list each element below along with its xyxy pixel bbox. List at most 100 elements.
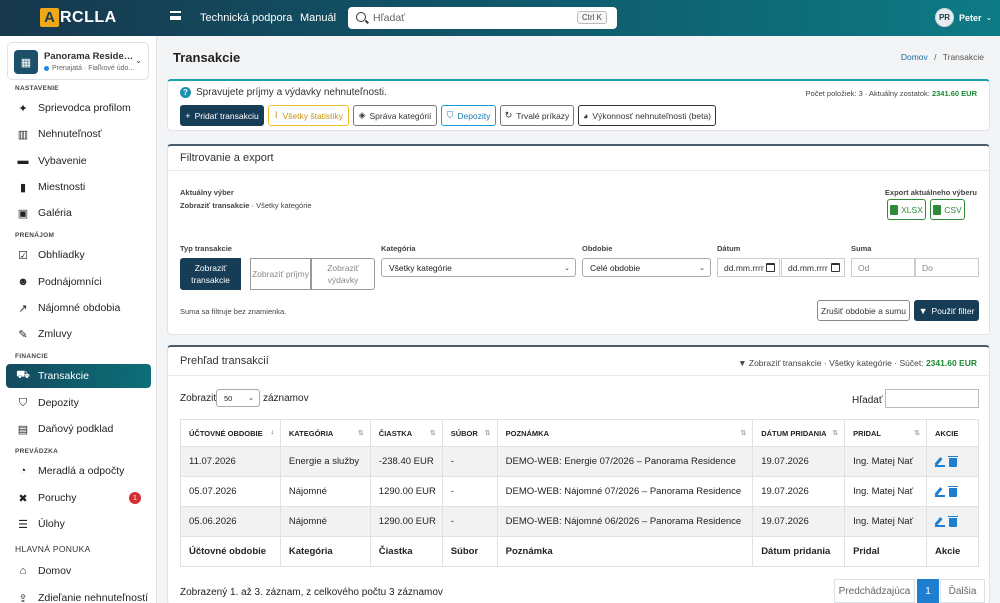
foot-category: Kategória: [279, 536, 371, 567]
col-added-by[interactable]: PRIDAL ⇅: [844, 419, 927, 447]
menu-toggle-icon[interactable]: [170, 11, 181, 20]
section-settings: NASTAVENIE: [15, 85, 59, 92]
sidebar-item-profile-guide[interactable]: ✦ Sprievodca profilom: [6, 96, 151, 120]
type-all-toggle[interactable]: Zobraziť transakcie: [180, 258, 241, 290]
type-expense-toggle[interactable]: Zobraziť výdavky: [311, 258, 375, 290]
property-switcher[interactable]: ▦ Panorama Residence Prenajatá · Fiaľkov…: [7, 42, 149, 80]
category-select[interactable]: Všetky kategórie ⌄: [381, 258, 576, 277]
trash-icon[interactable]: [947, 515, 958, 527]
apply-filter-label: Použiť filter: [931, 305, 975, 316]
sidebar-item-label: Depozity: [38, 397, 79, 409]
apply-filter-button[interactable]: ▼ Použiť filter: [914, 300, 979, 321]
trash-icon[interactable]: [947, 455, 958, 467]
col-date[interactable]: DÁTUM PRIDANIA ⇅: [752, 419, 846, 447]
deposits-button[interactable]: ⛉ Depozity: [441, 105, 496, 126]
export-xlsx-button[interactable]: XLSX: [887, 199, 926, 220]
cell-file: -: [441, 476, 498, 507]
calendar-icon[interactable]: [831, 263, 840, 272]
breadcrumb-separator: /: [934, 52, 937, 62]
calendar-icon[interactable]: [766, 263, 775, 272]
recurring-orders-button[interactable]: ↻ Trvalé príkazy: [500, 105, 574, 126]
date-from-input[interactable]: dd.mm.rrrr: [717, 258, 780, 277]
global-search-input[interactable]: Hľadať Ctrl K: [348, 7, 617, 29]
sidebar-item-viewings[interactable]: ☑ Obhliadky: [6, 243, 151, 267]
manage-categories-button[interactable]: ◈ Správa kategórií: [353, 105, 437, 126]
col-amount[interactable]: ČIASTKA ⇅: [369, 419, 443, 447]
sidebar-item-label: Úlohy: [38, 518, 65, 530]
breadcrumb: Domov / Transakcie: [901, 52, 984, 62]
sidebar-item-gallery[interactable]: ▣ Galéria: [6, 201, 151, 225]
property-meta: Prenajatá · Fiaľkové údo...: [44, 65, 134, 72]
add-transaction-button[interactable]: + Pridať transakciu: [180, 105, 264, 126]
sidebar-item-equipment[interactable]: ▬ Vybavenie: [6, 149, 151, 173]
col-category[interactable]: KATEGÓRIA ⇅: [279, 419, 371, 447]
sidebar-item-properties[interactable]: ▥ Nehnuteľnosť: [6, 122, 151, 146]
foot-file: Súbor: [441, 536, 498, 567]
sidebar-item-tasks[interactable]: ☰ Úlohy: [6, 512, 151, 536]
sidebar-item-home[interactable]: ⌂ Domov: [6, 559, 151, 583]
breadcrumb-home[interactable]: Domov: [901, 52, 928, 62]
images-icon: ▣: [17, 207, 29, 220]
sidebar-item-tenants[interactable]: ☻ Podnájomníci: [6, 270, 151, 294]
col-actions: AKCIE: [925, 419, 980, 447]
sidebar-item-transactions[interactable]: ⛟ Transakcie: [6, 364, 151, 388]
shield-icon: ⛉: [18, 396, 28, 409]
edit-icon[interactable]: [934, 487, 945, 497]
period-select[interactable]: Celé obdobie ⌄: [582, 258, 711, 277]
cell-amount: 1290.00 EUR: [369, 506, 443, 537]
sidebar-item-contracts[interactable]: ✎ Zmluvy: [6, 322, 151, 346]
export-xlsx-label: XLSX: [901, 204, 923, 215]
foot-added-by: Pridal: [844, 536, 927, 567]
clear-period-amount-button[interactable]: Zrušiť obdobie a sumu: [817, 300, 910, 321]
sidebar-item-tax[interactable]: ▤ Daňový podklad: [6, 417, 151, 441]
property-performance-button[interactable]: ◕ Výkonnosť nehnuteľnosti (beta): [578, 105, 716, 126]
foot-note: Poznámka: [496, 536, 754, 567]
sort-icon: ⇅: [740, 430, 747, 437]
nav-support[interactable]: Technická podpora: [200, 12, 292, 24]
filter-icon: ▼: [918, 305, 928, 316]
sidebar-item-meters[interactable]: ◔ Meradlá a odpočty: [6, 459, 151, 483]
show-entries-label: Zobraziť: [180, 393, 218, 404]
type-income-toggle[interactable]: Zobraziť príjmy: [250, 258, 311, 290]
property-status: Prenajatá: [52, 65, 82, 72]
overview-title: Prehľad transakcií: [180, 355, 269, 367]
search-placeholder: Hľadať: [373, 12, 406, 24]
col-period[interactable]: ÚČTOVNÉ OBDOBIE ↓: [180, 419, 281, 447]
amount-to-input[interactable]: Do: [915, 258, 979, 277]
user-menu[interactable]: PR Peter ⌄: [935, 8, 992, 27]
users-icon: ☻: [17, 276, 29, 288]
sidebar-item-issues[interactable]: ✖ Poruchy 1: [6, 486, 151, 510]
chevron-down-icon: ⌄: [135, 56, 142, 65]
wrench-icon: ✖: [18, 492, 28, 505]
date-to-input[interactable]: dd.mm.rrrr: [781, 258, 845, 277]
nav-manual[interactable]: Manuál: [300, 12, 336, 24]
cell-added-by: Ing. Matej Nať: [844, 446, 927, 477]
table-search-input[interactable]: [885, 389, 979, 408]
pie-chart-icon: ◕: [582, 110, 589, 121]
export-csv-button[interactable]: CSV: [930, 199, 965, 220]
sidebar-item-label: Zdieľanie nehnuteľností: [38, 592, 149, 603]
col-file[interactable]: SÚBOR ⇅: [441, 419, 498, 447]
cell-added-by: Ing. Matej Nať: [844, 506, 927, 537]
sidebar-item-share[interactable]: ⇪ Zdieľanie nehnuteľností: [6, 586, 151, 603]
recurring-orders-label: Trvalé príkazy: [516, 110, 570, 121]
pagination-next[interactable]: Ďalšia: [940, 579, 985, 603]
pagination-page-1[interactable]: 1: [917, 579, 939, 603]
page-size-select[interactable]: 50 ⌄: [216, 389, 260, 407]
shield-icon: ⛉: [446, 110, 454, 120]
col-note[interactable]: POZNÁMKA ⇅: [496, 419, 754, 447]
sidebar-item-rent-periods[interactable]: ↗ Nájomné obdobia: [6, 296, 151, 320]
sort-icon: ⇅: [357, 430, 364, 437]
edit-icon[interactable]: [934, 517, 945, 527]
amount-from-input[interactable]: Od: [851, 258, 915, 277]
sidebar-item-deposits[interactable]: ⛉ Depozity: [6, 391, 151, 415]
edit-icon[interactable]: [934, 457, 945, 467]
trash-icon[interactable]: [947, 485, 958, 497]
pagination-prev[interactable]: Predchádzajúca: [834, 579, 915, 603]
cell-date: 19.07.2026: [752, 506, 846, 537]
app-logo[interactable]: A RCLLA: [40, 8, 117, 27]
date-label: Dátum: [717, 244, 741, 253]
all-stats-button[interactable]: ⌇ Všetky štatistiky: [268, 105, 349, 126]
gauge-icon: ◔: [19, 465, 27, 477]
sidebar-item-rooms[interactable]: ▮ Miestnosti: [6, 175, 151, 199]
